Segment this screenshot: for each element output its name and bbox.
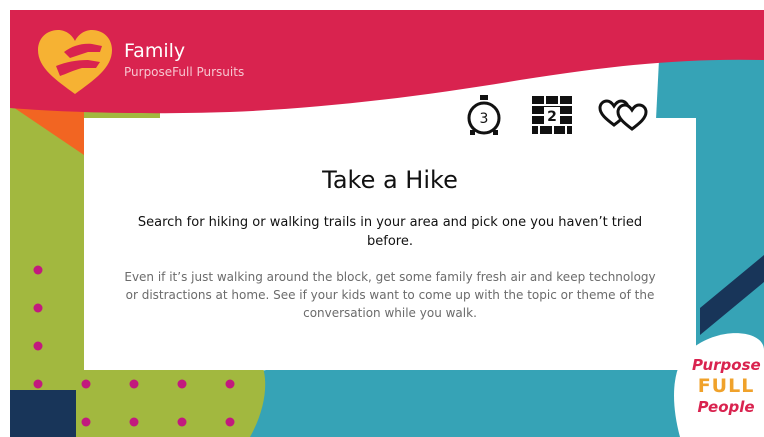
header-subtitle: PurposeFull Pursuits [124, 65, 245, 79]
slide: Family PurposeFull Pursuits 3 2 Take a H… [0, 0, 764, 437]
card-title: Take a Hike [322, 166, 458, 194]
brand-line-2: FULL [697, 375, 755, 397]
brand-line-1: Purpose [692, 356, 761, 374]
header-title: Family [124, 40, 186, 62]
card-lead: Search for hiking or walking trails in y… [137, 215, 643, 249]
purposefull-people-logo: Purpose FULL People [692, 355, 761, 418]
card-body: Even if it’s just walking around the blo… [124, 270, 656, 320]
family-heart-logo-icon [38, 30, 112, 94]
header: Family PurposeFull Pursuits [124, 40, 244, 80]
brand-line-3: People [697, 398, 755, 416]
activity-card: Take a Hike Search for hiking or walking… [84, 118, 696, 370]
